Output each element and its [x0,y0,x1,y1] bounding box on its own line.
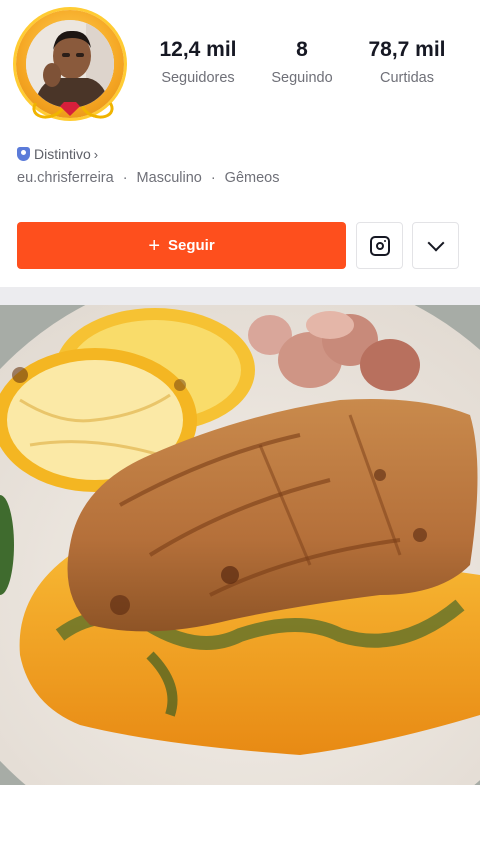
followers-label: Seguidores [161,70,235,86]
likes-count: 78,7 mil [368,38,446,61]
likes-stat[interactable]: 78,7 mil Curtidas [352,36,462,86]
separator: · [210,170,216,186]
profile-meta: eu.chrisferreira · Masculino · Gêmeos [17,170,279,186]
more-options-button[interactable] [412,222,459,269]
profile-header: 12,4 mil Seguidores 8 Seguindo 78,7 mil … [0,0,480,287]
followers-stat[interactable]: 12,4 mil Seguidores [143,36,253,86]
instagram-button[interactable] [356,222,403,269]
profile-stats: 12,4 mil Seguidores 8 Seguindo 78,7 mil … [138,36,468,100]
follow-label: Seguir [168,237,215,254]
instagram-icon [369,235,390,256]
following-count: 8 [296,38,308,61]
chevron-right-icon: › [93,146,99,162]
zodiac-sign: Gêmeos [224,170,280,186]
shield-icon [17,147,30,161]
plus-icon: + [148,234,160,257]
section-divider [0,287,480,305]
food-photo [0,305,480,785]
gender: Masculino [136,170,202,186]
bottom-area [0,785,480,854]
following-stat[interactable]: 8 Seguindo [247,36,357,86]
video-thumbnail[interactable] [0,305,480,785]
chevron-down-icon [427,234,444,252]
badge-label: Distintivo [34,146,91,162]
avatar-photo [26,20,114,108]
followers-count: 12,4 mil [159,38,237,61]
avatar [26,20,114,108]
badge-link[interactable]: Distintivo › [17,145,98,163]
separator: · [122,170,128,186]
follow-button[interactable]: + Seguir [17,222,346,269]
avatar-with-frame[interactable] [12,6,128,123]
following-label: Seguindo [271,70,333,86]
likes-label: Curtidas [380,70,434,86]
username: eu.chrisferreira [17,170,114,186]
